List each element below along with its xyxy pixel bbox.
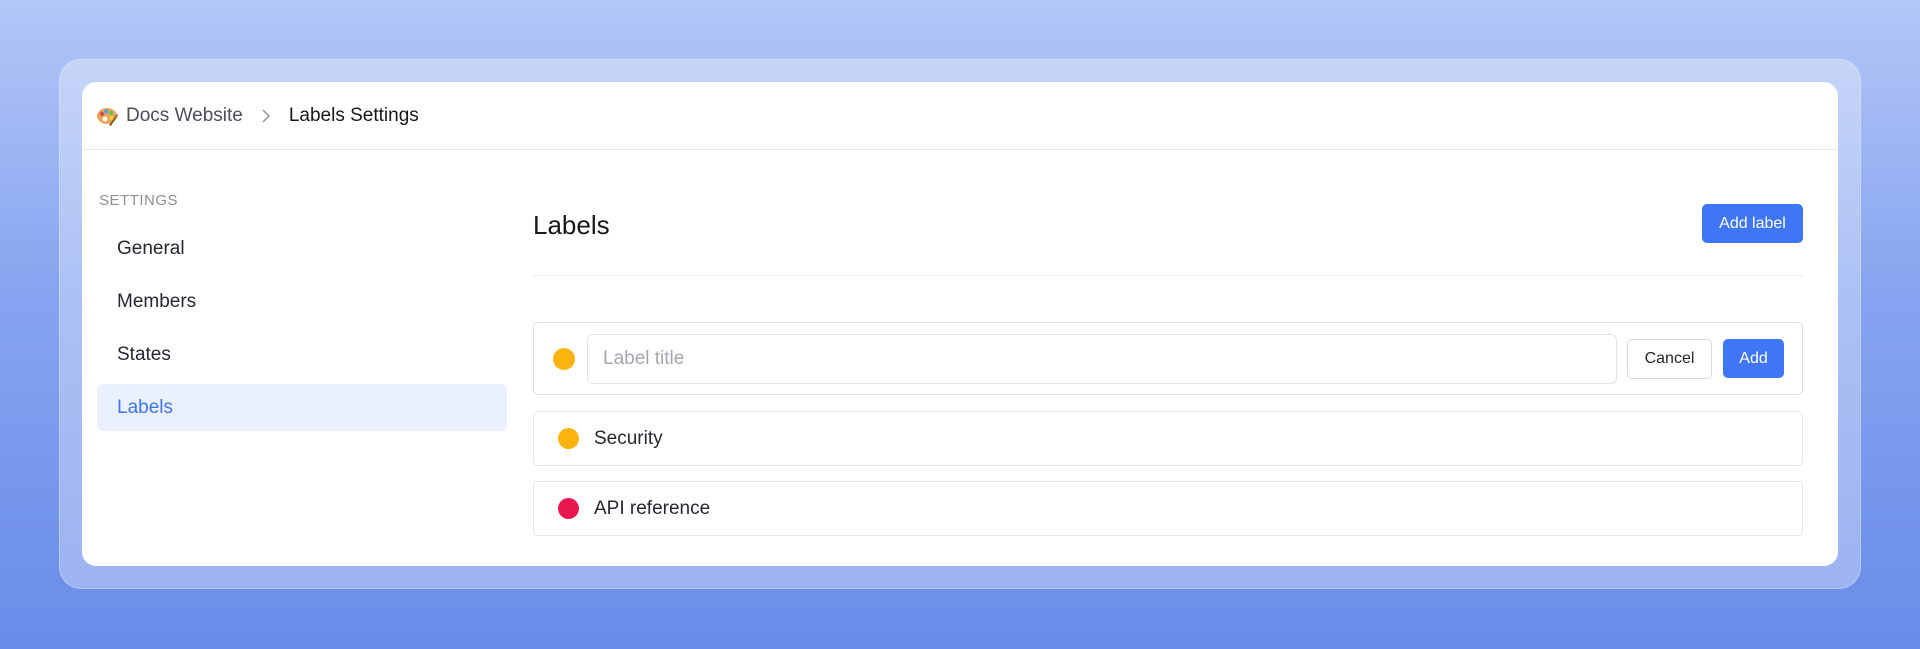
sidebar-item-general[interactable]: General [97, 225, 507, 272]
page-title: Labels [533, 210, 610, 240]
label-color-dot [558, 428, 579, 449]
sidebar-item-label: Labels [117, 396, 173, 418]
new-label-form: Cancel Add [533, 322, 1803, 395]
sidebar-item-states[interactable]: States [97, 331, 507, 378]
page-header: Labels Add label [533, 204, 1803, 276]
breadcrumb-project[interactable]: Docs Website [126, 105, 243, 127]
sidebar-item-label: States [117, 343, 171, 365]
label-title-input[interactable] [587, 333, 1617, 384]
label-color-dot [558, 498, 579, 519]
main-content: Labels Add label Cancel Add Security API… [533, 82, 1803, 566]
label-item-api-reference[interactable]: API reference [533, 481, 1803, 536]
settings-sidebar: SETTINGS General Members States Labels [97, 192, 507, 437]
sidebar-item-label: General [117, 237, 185, 259]
add-button[interactable]: Add [1723, 339, 1784, 378]
add-label-button[interactable]: Add label [1702, 204, 1803, 243]
chevron-right-icon [255, 105, 277, 127]
sidebar-item-labels[interactable]: Labels [97, 384, 507, 431]
palette-logo-icon [97, 107, 118, 126]
app-window: Docs Website Labels Settings SETTINGS Ge… [82, 82, 1838, 566]
label-name: API reference [594, 497, 711, 519]
sidebar-heading: SETTINGS [99, 192, 179, 209]
breadcrumb-current-page: Labels Settings [288, 104, 419, 126]
label-name: Security [594, 427, 663, 449]
label-item-security[interactable]: Security [533, 411, 1803, 466]
cancel-button[interactable]: Cancel [1627, 338, 1712, 379]
sidebar-item-label: Members [117, 290, 197, 312]
sidebar-item-members[interactable]: Members [97, 278, 507, 325]
label-color-picker[interactable] [553, 347, 575, 370]
